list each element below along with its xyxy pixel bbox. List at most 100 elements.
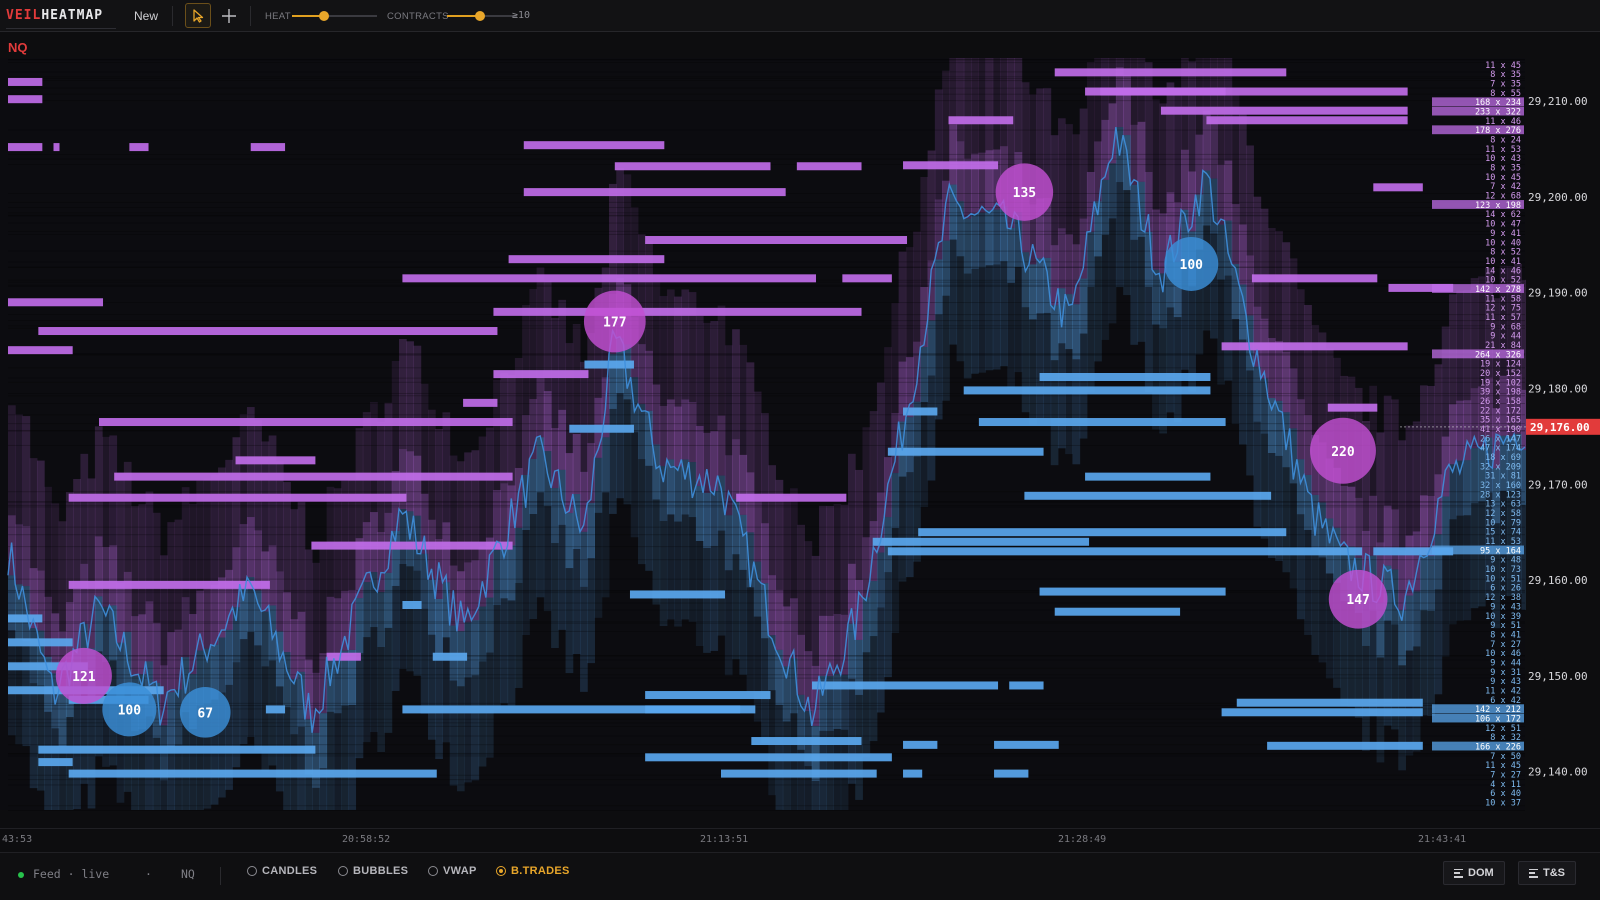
bid-liquidity-wall [38,758,73,767]
ask-heat-column [761,523,769,584]
ask-heat-column [1057,228,1066,289]
contracts-label: CONTRACTS [387,11,449,22]
dom-button[interactable]: DOM [1443,861,1505,885]
heatmap-chart[interactable]: 121100 67177135100220147 11 x 458 x 357 x… [0,58,1600,828]
bid-heat-column [1028,264,1037,320]
bid-heat-column [594,457,603,513]
heat-row-shade [8,444,1525,446]
ask-heat-column [44,596,52,657]
bid-heat-column [963,218,972,274]
ask-heat-column [782,606,791,667]
ask-liquidity-wall [1100,87,1408,96]
bid-liquidity-wall [963,386,1211,395]
crosshair-tool-button[interactable] [216,3,242,28]
heat-row-shade [8,354,1525,356]
bid-heat-column [891,473,900,529]
ask-heat-column [239,524,248,585]
ask-heat-column [732,439,740,500]
ask-liquidity-wall [8,298,104,307]
bid-liquidity-wall [402,600,422,609]
ask-liquidity-wall [99,418,513,427]
ask-liquidity-wall [402,274,817,283]
ask-liquidity-wall [1054,68,1287,77]
bottom-toolbar: Feed · live · NQ CANDLES BUBBLES VWAP B.… [0,852,1600,900]
ask-liquidity-wall [8,77,43,86]
ask-liquidity-wall [129,143,149,152]
price-axis-background [1526,58,1600,828]
bid-heat-column [1441,496,1450,552]
heat-row-shade [8,230,1525,232]
toggle-label: B.TRADES [511,865,570,877]
heat-row-shade [8,266,1525,268]
bid-liquidity-wall [645,705,756,714]
ask-liquidity-wall [8,346,73,355]
ask-heat-column [1296,399,1305,460]
toggle-candles[interactable]: CANDLES [247,865,317,877]
heat-row-shade [8,403,1525,405]
ask-heat-column [333,598,342,659]
toggle-bubbles[interactable]: BUBBLES [338,865,408,877]
time-tick: 21:13:51 [700,834,749,845]
bid-heat-column [1108,163,1117,219]
feed-symbol: NQ [181,867,195,881]
contracts-slider-knob[interactable] [474,11,485,21]
bid-heat-column [1420,555,1428,611]
ask-heat-column [920,286,929,347]
heat-row-shade [8,250,1525,252]
toggle-b-trades[interactable]: B.TRADES [496,865,570,877]
ask-heat-column [297,611,306,672]
price-tick: 29,140.00 [1528,766,1588,779]
bid-liquidity-wall [887,447,1044,456]
heat-row-shade [8,261,1525,263]
time-tick: 43:53 [2,834,33,845]
bid-heat-column [370,572,378,628]
bid-heat-column [333,658,342,714]
ask-heat-column [688,402,697,463]
trade-bubble-label: 147 [1346,593,1369,608]
bid-heat-column [768,635,777,691]
time-axis: 43:53 20:58:52 21:13:51 21:28:49 21:43:4… [0,828,1600,850]
toggle-vwap[interactable]: VWAP [428,865,477,877]
bid-heat-column [717,475,726,531]
ask-heat-column [203,588,212,649]
bid-heat-column [1086,231,1095,287]
bid-liquidity-wall [751,737,862,746]
trade-bubble-label: 220 [1331,445,1355,460]
ask-liquidity-wall [842,274,892,283]
bid-liquidity-wall [872,537,1090,546]
bid-liquidity-wall [569,424,634,433]
heat-row-shade [8,71,1525,73]
cursor-tool-button[interactable] [185,3,211,28]
ask-liquidity-wall [1373,183,1423,192]
heat-slider-knob[interactable] [319,11,330,21]
heat-row-shade [8,325,1525,327]
ask-heat-column [637,344,646,405]
ask-liquidity-wall [235,456,316,465]
ask-heat-column [768,575,777,636]
heat-row-shade [8,805,1525,807]
heat-row-shade [8,590,1525,592]
heat-slider[interactable] [292,11,377,21]
heat-row-shade [8,809,1525,811]
ask-liquidity-wall [796,162,862,171]
crosshair-icon [222,8,236,23]
ts-button[interactable]: T&S [1518,861,1576,885]
ask-heat-column [210,584,219,645]
radio-icon [247,866,257,876]
contracts-slider[interactable] [447,11,517,21]
ask-heat-column [543,391,552,452]
ask-liquidity-wall [1251,274,1378,283]
ask-liquidity-wall [903,161,999,170]
heat-row-shade [8,285,1525,287]
new-button[interactable]: New [134,9,158,23]
bid-liquidity-wall [1267,741,1423,750]
bottom-divider [220,867,221,885]
heat-label: HEAT [265,11,291,22]
ask-liquidity-wall [311,541,513,550]
bid-heat-column [637,404,646,460]
heat-row-shade [8,201,1525,203]
price-tick: 29,190.00 [1528,287,1588,300]
ask-liquidity-wall [508,255,665,264]
bid-heat-column [1036,258,1044,314]
heat-row-shade [8,62,1525,64]
